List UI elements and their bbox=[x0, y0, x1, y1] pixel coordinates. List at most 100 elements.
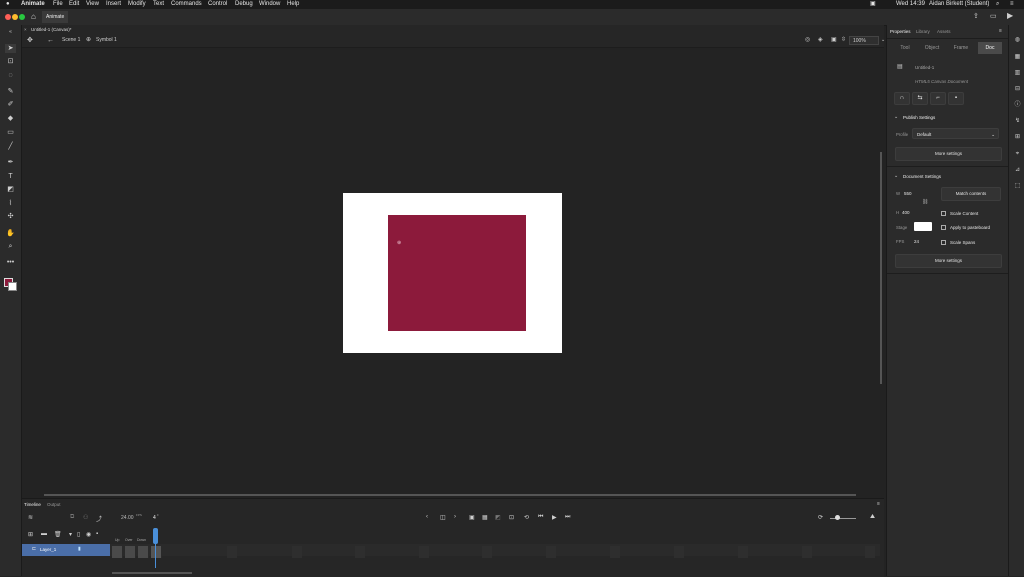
menu-insert[interactable]: Insert bbox=[106, 0, 121, 9]
apple-menu-icon[interactable]: ● bbox=[6, 0, 10, 9]
match-contents-button[interactable]: Match contents bbox=[941, 187, 1001, 201]
vertical-scrollbar[interactable] bbox=[880, 152, 882, 384]
height-value[interactable]: 400 bbox=[902, 210, 910, 215]
align-icon[interactable]: ⇆ bbox=[912, 92, 928, 105]
transform-panel-icon[interactable]: ⊟ bbox=[1013, 85, 1022, 93]
creative-cloud-icon[interactable]: ▣ bbox=[870, 0, 876, 9]
insert-frame-icon[interactable]: ▣ bbox=[469, 514, 475, 521]
layer-name[interactable]: Layer_1 bbox=[40, 547, 56, 552]
layers-icon[interactable]: ≋ bbox=[28, 514, 33, 521]
blank-keyframe-icon[interactable]: ▦ bbox=[482, 514, 488, 521]
stage-color-swatch[interactable] bbox=[914, 222, 932, 231]
user-name[interactable]: Aidan Birkett (Student) bbox=[929, 0, 989, 9]
zoom-slider-track[interactable] bbox=[830, 518, 856, 519]
tween-icon[interactable]: ◩ bbox=[495, 514, 501, 521]
zoom-window-button[interactable] bbox=[19, 14, 25, 20]
panel-menu-icon[interactable]: ≡ bbox=[999, 28, 1002, 34]
lock-layers-icon[interactable]: ▪ bbox=[96, 531, 98, 537]
first-frame-icon[interactable]: ⏮ bbox=[538, 514, 543, 521]
zoom-tool-icon[interactable]: ⌕ bbox=[5, 242, 16, 251]
window-icon[interactable]: ▭ bbox=[990, 12, 997, 20]
mountains-zoom-icon[interactable]: ⛰ bbox=[870, 514, 875, 521]
history-icon[interactable]: ⌖ bbox=[1013, 150, 1022, 158]
horizontal-scrollbar[interactable] bbox=[44, 494, 856, 496]
info-icon[interactable]: ⓘ bbox=[1013, 101, 1022, 109]
next-keyframe-icon[interactable]: › bbox=[454, 514, 456, 520]
fill-color-swatch[interactable] bbox=[8, 282, 17, 291]
subtab-doc[interactable]: Doc bbox=[978, 42, 1002, 54]
playhead[interactable] bbox=[153, 528, 158, 544]
breadcrumb-scene[interactable]: Scene 1 bbox=[62, 34, 80, 47]
rectangle-tool-icon[interactable]: ▭ bbox=[5, 128, 16, 137]
stage-center-icon[interactable]: ◎ bbox=[805, 34, 810, 47]
subtab-object[interactable]: Object bbox=[920, 42, 944, 54]
more-tools-icon[interactable]: ••• bbox=[5, 258, 16, 267]
control-center-icon[interactable]: ≡ bbox=[1010, 0, 1014, 9]
menu-app-name[interactable]: Animate bbox=[21, 0, 45, 9]
tab-output[interactable]: Output bbox=[47, 502, 61, 507]
bone-tool-icon[interactable]: ✣ bbox=[5, 212, 16, 221]
zoom-select[interactable]: 100% bbox=[849, 36, 879, 45]
new-layer-icon[interactable]: ⊞ bbox=[28, 531, 33, 538]
text-tool-icon[interactable]: T bbox=[5, 172, 16, 181]
components-icon[interactable]: ⊞ bbox=[1013, 133, 1022, 141]
document-settings-header[interactable]: Document Settings bbox=[903, 174, 941, 179]
eraser-icon[interactable]: ◆ bbox=[5, 114, 16, 123]
scene-icon[interactable]: ✥ bbox=[27, 34, 33, 47]
graph-icon[interactable]: ⊿ bbox=[1013, 166, 1022, 174]
library-icon[interactable]: ▦ bbox=[1013, 53, 1022, 61]
frame-track[interactable] bbox=[110, 544, 880, 556]
menu-edit[interactable]: Edit bbox=[69, 0, 79, 9]
share-icon[interactable]: ⇪ bbox=[973, 12, 979, 20]
pen-icon[interactable]: ▮ bbox=[78, 546, 81, 552]
clip-icon[interactable]: ▣ bbox=[831, 34, 837, 47]
menu-text[interactable]: Text bbox=[153, 0, 164, 9]
pencil-icon[interactable]: ✐ bbox=[5, 100, 16, 109]
delete-layer-icon[interactable]: 🗑 bbox=[54, 531, 62, 538]
camera-icon[interactable]: ⚇ bbox=[83, 514, 88, 521]
loop-icon[interactable]: ⟲ bbox=[524, 514, 529, 521]
pen-tool-icon[interactable]: ✒ bbox=[5, 158, 16, 167]
symbol-rectangle[interactable]: ⊕ bbox=[388, 215, 526, 331]
subtab-tool[interactable]: Tool bbox=[893, 42, 917, 54]
zoom-slider-thumb[interactable] bbox=[835, 515, 840, 520]
scale-content-checkbox[interactable] bbox=[941, 211, 946, 216]
document-tab[interactable]: Untitled-1 (Canvas)* bbox=[31, 25, 72, 34]
tab-assets[interactable]: Assets bbox=[937, 29, 951, 34]
keyframe-hit[interactable] bbox=[151, 546, 162, 558]
menu-debug[interactable]: Debug bbox=[235, 0, 253, 9]
assets-icon[interactable]: ⬚ bbox=[1013, 182, 1022, 190]
publish-settings-header[interactable]: Publish Settings bbox=[903, 115, 935, 120]
insert-keyframe-icon[interactable]: ◫ bbox=[440, 514, 446, 521]
menu-window[interactable]: Window bbox=[259, 0, 280, 9]
new-folder-icon[interactable]: ▬ bbox=[41, 531, 47, 537]
fps-value[interactable]: 24 bbox=[914, 239, 919, 244]
menu-modify[interactable]: Modify bbox=[128, 0, 146, 9]
width-value[interactable]: 550 bbox=[904, 191, 912, 196]
chevron-down-icon[interactable]: ⌄ bbox=[894, 173, 898, 179]
timeline-scrollbar[interactable] bbox=[112, 572, 192, 574]
home-icon[interactable]: ⌂ bbox=[31, 12, 36, 21]
ruler-icon[interactable]: ⌐ bbox=[930, 92, 946, 105]
chevron-down-icon[interactable]: ⌄ bbox=[894, 114, 898, 120]
chevron-down-icon[interactable]: ⌄ bbox=[881, 34, 885, 47]
back-arrow-icon[interactable]: ← bbox=[47, 34, 54, 47]
zoom-stepper-icon[interactable]: ⇳ bbox=[841, 34, 846, 47]
free-transform-icon[interactable]: ⊡ bbox=[5, 57, 16, 66]
selection-tool-icon[interactable]: ➤ bbox=[5, 44, 16, 53]
panel-menu-icon[interactable]: ≡ bbox=[877, 501, 880, 507]
more-settings-button-2[interactable]: More settings bbox=[895, 254, 1002, 268]
motion-tween-icon[interactable]: ⊡ bbox=[509, 514, 514, 521]
lasso-icon[interactable]: ◌ bbox=[5, 71, 16, 80]
collapse-panel-icon[interactable]: « bbox=[5, 28, 16, 37]
keyframe-over[interactable] bbox=[125, 546, 136, 558]
layer-row[interactable]: ⊏ Layer_1 ▮ bbox=[22, 544, 110, 556]
subtab-frame[interactable]: Frame bbox=[949, 42, 973, 54]
apply-pasteboard-checkbox[interactable] bbox=[941, 225, 946, 230]
onion-skin-icon[interactable]: ⧉ bbox=[70, 514, 74, 521]
tab-animate[interactable]: Animate bbox=[42, 11, 69, 23]
breadcrumb-symbol[interactable]: Symbol 1 bbox=[96, 34, 117, 47]
play-icon[interactable]: ▶ bbox=[552, 514, 557, 521]
highlight-icon[interactable]: ▾ bbox=[69, 531, 72, 538]
eyedropper-icon[interactable]: ⌇ bbox=[5, 199, 16, 208]
